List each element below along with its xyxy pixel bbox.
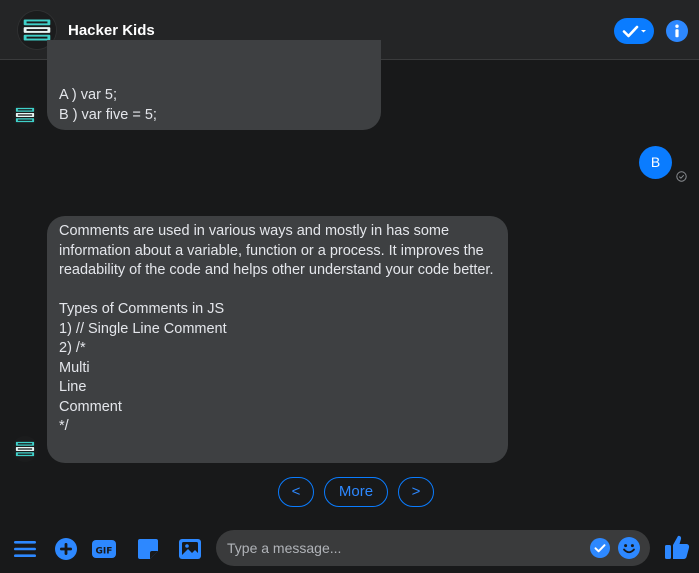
message-input-placeholder: Type a message...	[227, 540, 342, 556]
quick-reply-prev-button[interactable]: <	[278, 477, 314, 507]
bot-message-bubble: A ) var 5; B ) var five = 5;	[47, 40, 381, 130]
plus-icon[interactable]	[54, 537, 78, 561]
composer-bar: GIF Type a message...	[0, 525, 699, 573]
photo-icon[interactable]	[178, 537, 202, 561]
checkmark-dropdown-icon[interactable]	[614, 18, 654, 44]
gif-icon[interactable]: GIF	[92, 537, 116, 561]
emoji-icon[interactable]	[618, 537, 640, 559]
bot-message-bubble: Comments are used in various ways and mo…	[47, 216, 508, 463]
svg-text:GIF: GIF	[96, 546, 113, 556]
sent-check-icon	[676, 169, 687, 182]
info-icon[interactable]	[666, 20, 688, 42]
kids-who-code-logo	[12, 436, 38, 462]
check-icon[interactable]	[590, 538, 610, 558]
message-input[interactable]: Type a message...	[216, 530, 650, 566]
quick-reply-more-button[interactable]: More	[324, 477, 388, 507]
bot-avatar	[12, 102, 38, 128]
menu-icon[interactable]	[13, 537, 37, 561]
quick-reply-next-button[interactable]: >	[398, 477, 434, 507]
bot-avatar	[12, 436, 38, 462]
kids-who-code-logo	[12, 102, 38, 128]
user-message-bubble: B	[639, 146, 672, 179]
sticker-icon[interactable]	[136, 537, 160, 561]
thumbs-up-icon[interactable]	[663, 533, 691, 561]
chat-title[interactable]: Hacker Kids	[68, 22, 155, 40]
